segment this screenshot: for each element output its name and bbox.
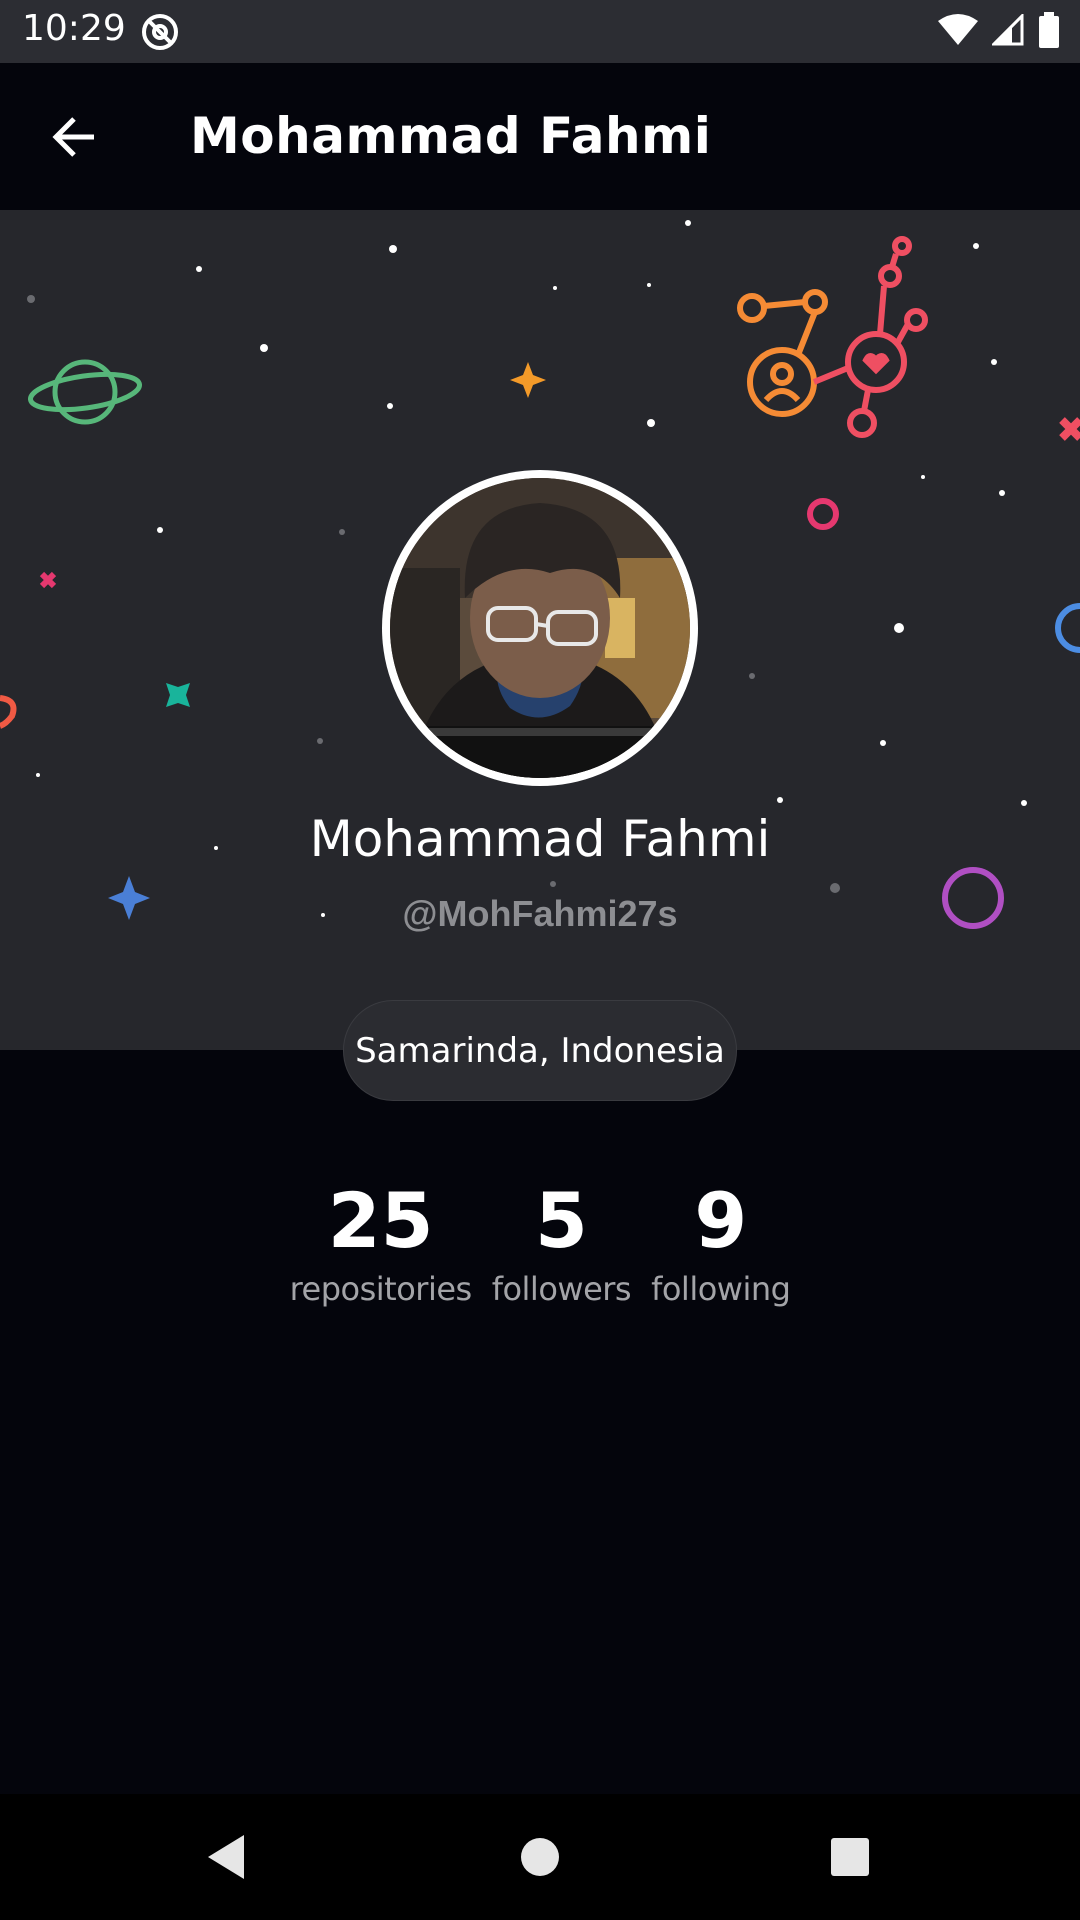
stat-value: 9 [694,1176,748,1265]
wifi-icon [938,13,978,51]
nav-back-button[interactable] [196,1827,256,1887]
signal-icon [990,12,1024,50]
nav-home-button[interactable] [510,1827,570,1887]
planet-icon [27,359,143,425]
avatar[interactable] [390,478,690,778]
teal-star-icon [166,683,190,707]
square-recents-icon [831,1838,869,1876]
system-navigation-bar [0,1794,1080,1920]
battery-icon [1038,12,1060,52]
stat-repositories[interactable]: 25 repositories [289,1175,473,1311]
red-cross-icon [1059,417,1080,441]
profile-name: Mohammad Fahmi [309,810,771,868]
stat-value: 5 [534,1176,588,1265]
stat-followers[interactable]: 5 followers [491,1175,632,1311]
stat-following[interactable]: 9 following [651,1175,791,1311]
profile-screen: 10:29 Mohammad Fahmi Mohammad Fahmi @Moh… [0,0,1080,1920]
back-button[interactable] [36,99,112,175]
app-toolbar: Mohammad Fahmi [0,63,1080,210]
stat-label: followers [491,1270,632,1308]
profile-stats: 25 repositories 5 followers 9 following [0,1175,1080,1311]
stat-label: repositories [289,1270,473,1308]
status-icons [938,12,1060,52]
page-title: Mohammad Fahmi [190,107,712,165]
pink-cross-icon [39,571,57,589]
arrow-left-icon [52,117,94,157]
orange-sparkle-icon [510,362,546,398]
avatar-frame [382,470,698,786]
location-chip: Samarinda, Indonesia [343,1000,737,1101]
user-avatar-photo [390,478,690,778]
status-bar: 10:29 [0,0,1080,63]
triangle-back-icon [208,1835,244,1879]
network-graph-icon [737,236,928,438]
stat-label: following [651,1270,791,1308]
nav-recents-button[interactable] [820,1827,880,1887]
status-time: 10:29 [22,8,126,49]
blue-ring-icon [1055,603,1080,653]
circle-home-icon [521,1838,559,1876]
location-text: Samarinda, Indonesia [355,1030,725,1071]
stat-value: 25 [327,1176,434,1265]
profile-username: @MohFahmi27s [402,893,678,934]
pink-ring-icon [807,498,839,530]
orange-ring-icon [0,695,17,729]
at-sign-icon [140,12,180,52]
